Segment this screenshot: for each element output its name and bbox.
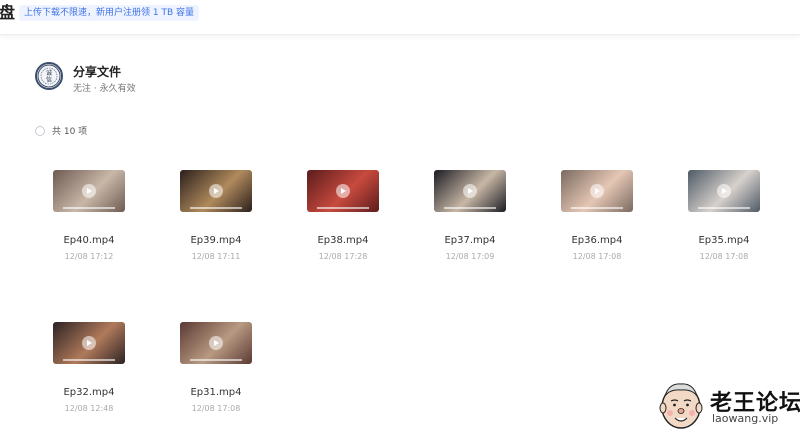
watermark-url: laowang.vip [712, 412, 779, 425]
app-logo[interactable]: 盘 [0, 3, 15, 23]
play-icon[interactable] [336, 184, 350, 198]
file-name[interactable]: Ep39.mp4 [163, 235, 269, 246]
video-thumbnail[interactable] [180, 170, 252, 212]
site-watermark: 老王论坛 laowang.vip [655, 378, 800, 440]
subtitle-strip [190, 207, 242, 209]
file-item[interactable]: Ep37.mp4 12/08 17:09 [417, 170, 527, 270]
video-thumbnail[interactable] [307, 170, 379, 212]
video-thumbnail[interactable] [180, 322, 252, 364]
avatar-seal-icon: 诚 信 [37, 64, 61, 88]
video-thumbnail[interactable] [53, 170, 125, 212]
subtitle-strip [444, 207, 496, 209]
subtitle-strip [698, 207, 750, 209]
play-icon[interactable] [209, 184, 223, 198]
subtitle-strip [190, 359, 242, 361]
item-count: 共 10 项 [52, 127, 88, 137]
file-date: 12/08 17:08 [191, 404, 241, 413]
file-date: 12/08 17:08 [572, 252, 622, 261]
file-date: 12/08 17:12 [64, 252, 114, 261]
play-icon[interactable] [82, 184, 96, 198]
video-thumbnail[interactable] [561, 170, 633, 212]
file-name[interactable]: Ep32.mp4 [36, 387, 142, 398]
share-title: 分享文件 [73, 65, 122, 79]
subtitle-strip [317, 207, 369, 209]
avatar-text-2: 信 [46, 76, 52, 84]
file-name[interactable]: Ep37.mp4 [417, 235, 523, 246]
file-name[interactable]: Ep31.mp4 [163, 387, 269, 398]
file-item[interactable]: Ep36.mp4 12/08 17:08 [544, 170, 654, 270]
file-item[interactable]: Ep32.mp4 12/08 12:48 [36, 322, 146, 422]
file-date: 12/08 17:08 [699, 252, 749, 261]
file-date: 12/08 17:28 [318, 252, 368, 261]
file-item[interactable]: Ep40.mp4 12/08 17:12 [36, 170, 146, 270]
play-icon[interactable] [209, 336, 223, 350]
old-man-face-icon [659, 383, 703, 429]
file-date: 12/08 12:48 [64, 404, 114, 413]
avatar: 诚 信 [35, 62, 63, 90]
play-icon[interactable] [463, 184, 477, 198]
video-thumbnail[interactable] [688, 170, 760, 212]
share-subtitle: 无注 · 永久有效 [73, 84, 136, 94]
file-item[interactable]: Ep39.mp4 12/08 17:11 [163, 170, 273, 270]
play-icon[interactable] [82, 336, 96, 350]
video-thumbnail[interactable] [434, 170, 506, 212]
top-bar: 盘 上传下载不限速，新用户注册领 1 TB 容量 [0, 0, 800, 35]
file-name[interactable]: Ep36.mp4 [544, 235, 650, 246]
file-name[interactable]: Ep40.mp4 [36, 235, 142, 246]
file-item[interactable]: Ep31.mp4 12/08 17:08 [163, 322, 273, 422]
file-name[interactable]: Ep35.mp4 [671, 235, 777, 246]
subtitle-strip [571, 207, 623, 209]
file-item[interactable]: Ep35.mp4 12/08 17:08 [671, 170, 781, 270]
video-thumbnail[interactable] [53, 322, 125, 364]
file-name[interactable]: Ep38.mp4 [290, 235, 396, 246]
file-date: 12/08 17:11 [191, 252, 241, 261]
file-date: 12/08 17:09 [445, 252, 495, 261]
promo-banner[interactable]: 上传下载不限速，新用户注册领 1 TB 容量 [19, 5, 199, 21]
play-icon[interactable] [717, 184, 731, 198]
subtitle-strip [63, 359, 115, 361]
play-icon[interactable] [590, 184, 604, 198]
select-all-radio[interactable] [35, 126, 45, 136]
file-item[interactable]: Ep38.mp4 12/08 17:28 [290, 170, 400, 270]
subtitle-strip [63, 207, 115, 209]
